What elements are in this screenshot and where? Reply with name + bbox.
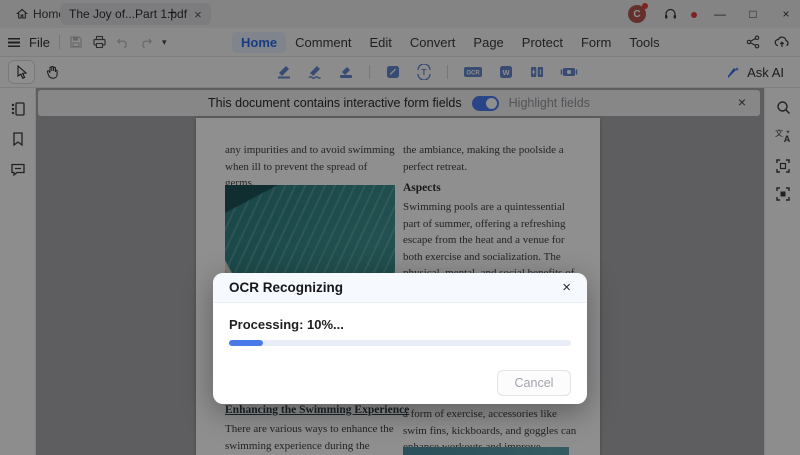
pdf-editor-window: Home The Joy of...Part 1.pdf × + C — □ ×	[0, 0, 800, 455]
ocr-progress-dialog: OCR Recognizing × Processing: 10%... Can…	[213, 273, 587, 404]
cancel-button[interactable]: Cancel	[497, 370, 571, 396]
progress-bar-track	[229, 340, 571, 346]
progress-bar-fill	[229, 340, 264, 346]
dialog-header: OCR Recognizing ×	[213, 273, 587, 303]
dialog-title: OCR Recognizing	[229, 280, 343, 295]
cancel-label: Cancel	[514, 376, 554, 390]
dialog-close-icon[interactable]: ×	[562, 280, 571, 295]
processing-status: Processing: 10%...	[229, 317, 344, 332]
